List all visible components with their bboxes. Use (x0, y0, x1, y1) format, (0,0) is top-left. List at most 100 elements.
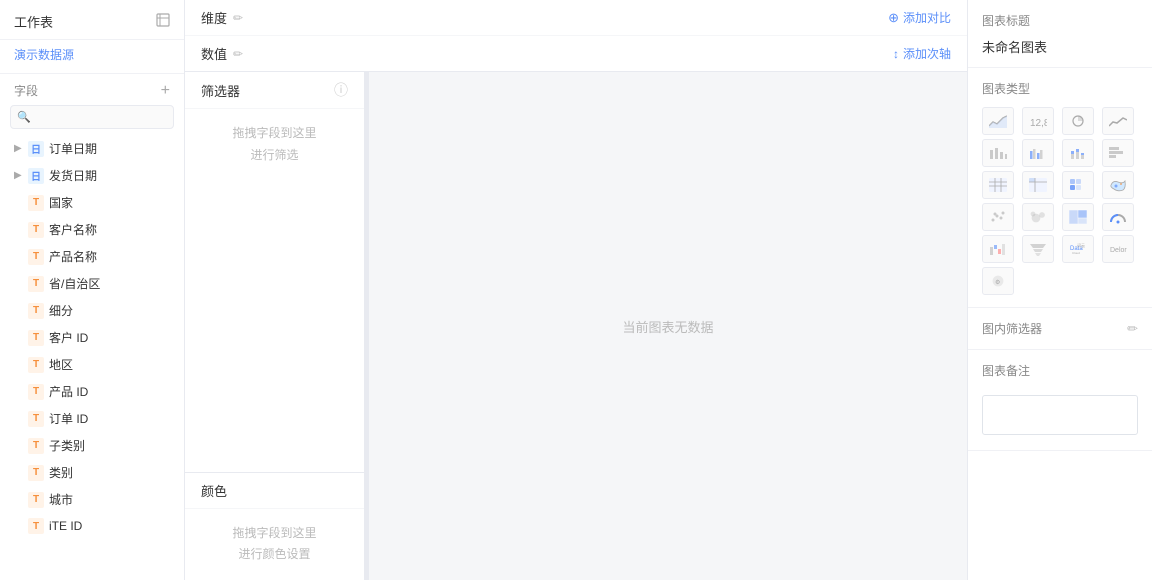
filter-drop-zone[interactable]: 拖拽字段到这里 进行筛选 (185, 109, 364, 180)
chart-type-funnel[interactable] (1022, 235, 1054, 263)
in-chart-filter-row: 图内筛选器 ✏ (982, 320, 1138, 337)
field-label: 产品 ID (49, 383, 88, 400)
color-label: 颜色 (201, 484, 227, 499)
field-list: ▶ 日 订单日期 ▶ 日 发货日期 T 国家 T 客户名称 T 产品名称 T (0, 135, 184, 580)
field-label: 省/自治区 (49, 275, 100, 292)
expand-toggle: ▶ (14, 170, 26, 181)
chart-type-horizontal-bar[interactable] (1102, 139, 1134, 167)
field-type-text-icon: T (28, 438, 44, 454)
field-type-text-icon: T (28, 411, 44, 427)
list-item[interactable]: T 类别 (0, 459, 184, 486)
chart-type-gauge[interactable] (1102, 203, 1134, 231)
fields-label: 字段 (14, 82, 38, 99)
field-label: 地区 (49, 356, 73, 373)
chart-type-word-cloud[interactable]: Data 词云 Cloud (1062, 235, 1094, 263)
chart-type-bubble[interactable] (1022, 203, 1054, 231)
list-item[interactable]: ▶ 日 订单日期 (0, 135, 184, 162)
middle-body: 筛选器 ⓘ 拖拽字段到这里 进行筛选 颜色 拖拽字段到这里 (185, 72, 967, 580)
chart-title-input[interactable] (982, 39, 1138, 54)
chart-type-stacked-bar[interactable] (1062, 139, 1094, 167)
field-type-date-icon: 日 (28, 168, 44, 184)
field-type-date-icon: 日 (28, 141, 44, 157)
field-type-text-icon: T (28, 518, 44, 534)
chart-type-waterfall[interactable] (982, 235, 1014, 263)
field-label: 客户名称 (49, 221, 97, 238)
add-field-button[interactable]: + (161, 83, 170, 99)
in-chart-filter-edit-icon[interactable]: ✏ (1127, 321, 1138, 337)
field-type-text-icon: T (28, 330, 44, 346)
chart-type-bar[interactable] (982, 139, 1014, 167)
list-item[interactable]: T 城市 (0, 486, 184, 513)
field-label: 类别 (49, 464, 73, 481)
chart-title-section: 图表标题 (968, 0, 1152, 68)
list-item[interactable]: T 国家 (0, 189, 184, 216)
field-label: 发货日期 (49, 167, 97, 184)
chart-type-custom[interactable]: Delor (1102, 235, 1134, 263)
chart-type-matrix[interactable] (1062, 171, 1094, 199)
field-type-text-icon: T (28, 492, 44, 508)
field-label: iTE ID (49, 519, 82, 533)
chart-type-extra[interactable]: ⚙ (982, 267, 1014, 295)
field-label: 细分 (49, 302, 73, 319)
chart-annotation-input[interactable] (982, 395, 1138, 435)
add-axis-button[interactable]: ↕ 添加次轴 (893, 45, 951, 62)
list-item[interactable]: ▶ 日 发货日期 (0, 162, 184, 189)
chart-type-grouped-bar[interactable] (1022, 139, 1054, 167)
field-label: 订单日期 (49, 140, 97, 157)
config-top: 维度 ✏ ⊕ 添加对比 数值 ✏ ↕ 添加次轴 (185, 0, 967, 72)
demo-source-link[interactable]: 演示数据源 (0, 40, 184, 73)
middle-panel: 维度 ✏ ⊕ 添加对比 数值 ✏ ↕ 添加次轴 筛选器 (185, 0, 967, 580)
dimension-label: 维度 ✏ (201, 8, 243, 27)
list-item[interactable]: T 产品名称 (0, 243, 184, 270)
chart-type-section: 图表类型 12,814 (968, 68, 1152, 308)
add-comparison-button[interactable]: ⊕ 添加对比 (888, 9, 951, 26)
worksheet-icon[interactable] (156, 13, 170, 30)
list-item[interactable]: T 细分 (0, 297, 184, 324)
fields-header: 字段 + (0, 73, 184, 105)
in-chart-filter-label: 图内筛选器 (982, 320, 1042, 337)
filter-label: 筛选器 (201, 81, 240, 100)
value-edit-icon[interactable]: ✏ (233, 47, 243, 61)
filter-sidebar: 筛选器 ⓘ 拖拽字段到这里 进行筛选 颜色 拖拽字段到这里 (185, 72, 365, 580)
field-type-text-icon: T (28, 384, 44, 400)
field-type-text-icon: T (28, 303, 44, 319)
chart-type-grid: 12,814 (982, 107, 1138, 295)
add-comparison-icon: ⊕ (888, 10, 899, 26)
list-item[interactable]: T 订单 ID (0, 405, 184, 432)
color-drop-zone[interactable]: 拖拽字段到这里 进行颜色设置 (185, 509, 364, 580)
value-text: 数值 (201, 44, 227, 63)
value-row: 数值 ✏ ↕ 添加次轴 (185, 36, 967, 72)
list-item[interactable]: T 子类别 (0, 432, 184, 459)
chart-annotation-section: 图表备注 (968, 350, 1152, 451)
chart-type-line[interactable] (1102, 107, 1134, 135)
filter-spacer (185, 180, 364, 472)
dimension-row: 维度 ✏ ⊕ 添加对比 (185, 0, 967, 36)
search-box: 🔍 (10, 105, 174, 129)
worksheet-title: 工作表 (14, 12, 53, 31)
svg-text:12,814: 12,814 (1030, 118, 1047, 129)
chart-type-number[interactable]: 12,814 (1022, 107, 1054, 135)
chart-annotation-label: 图表备注 (982, 362, 1138, 379)
field-type-text-icon: T (28, 357, 44, 373)
dimension-edit-icon[interactable]: ✏ (233, 11, 243, 25)
list-item[interactable]: T 省/自治区 (0, 270, 184, 297)
field-label: 子类别 (49, 437, 85, 454)
list-item[interactable]: T 产品 ID (0, 378, 184, 405)
chart-type-pivot[interactable] (1022, 171, 1054, 199)
add-axis-icon: ↕ (893, 47, 899, 61)
list-item[interactable]: T 地区 (0, 351, 184, 378)
field-label: 客户 ID (49, 329, 88, 346)
right-panel: 图表标题 图表类型 12,814 (967, 0, 1152, 580)
chart-type-geo-scatter[interactable] (1102, 171, 1134, 199)
chart-type-table[interactable] (982, 171, 1014, 199)
list-item[interactable]: T 客户 ID (0, 324, 184, 351)
search-input[interactable] (10, 105, 174, 129)
svg-text:Cloud: Cloud (1072, 251, 1080, 255)
chart-type-area[interactable] (982, 107, 1014, 135)
list-item[interactable]: T iTE ID (0, 513, 184, 539)
chart-type-treemap[interactable] (1062, 203, 1094, 231)
chart-empty-text: 当前图表无数据 (622, 317, 713, 336)
chart-type-pie[interactable] (1062, 107, 1094, 135)
list-item[interactable]: T 客户名称 (0, 216, 184, 243)
chart-type-scatter[interactable] (982, 203, 1014, 231)
